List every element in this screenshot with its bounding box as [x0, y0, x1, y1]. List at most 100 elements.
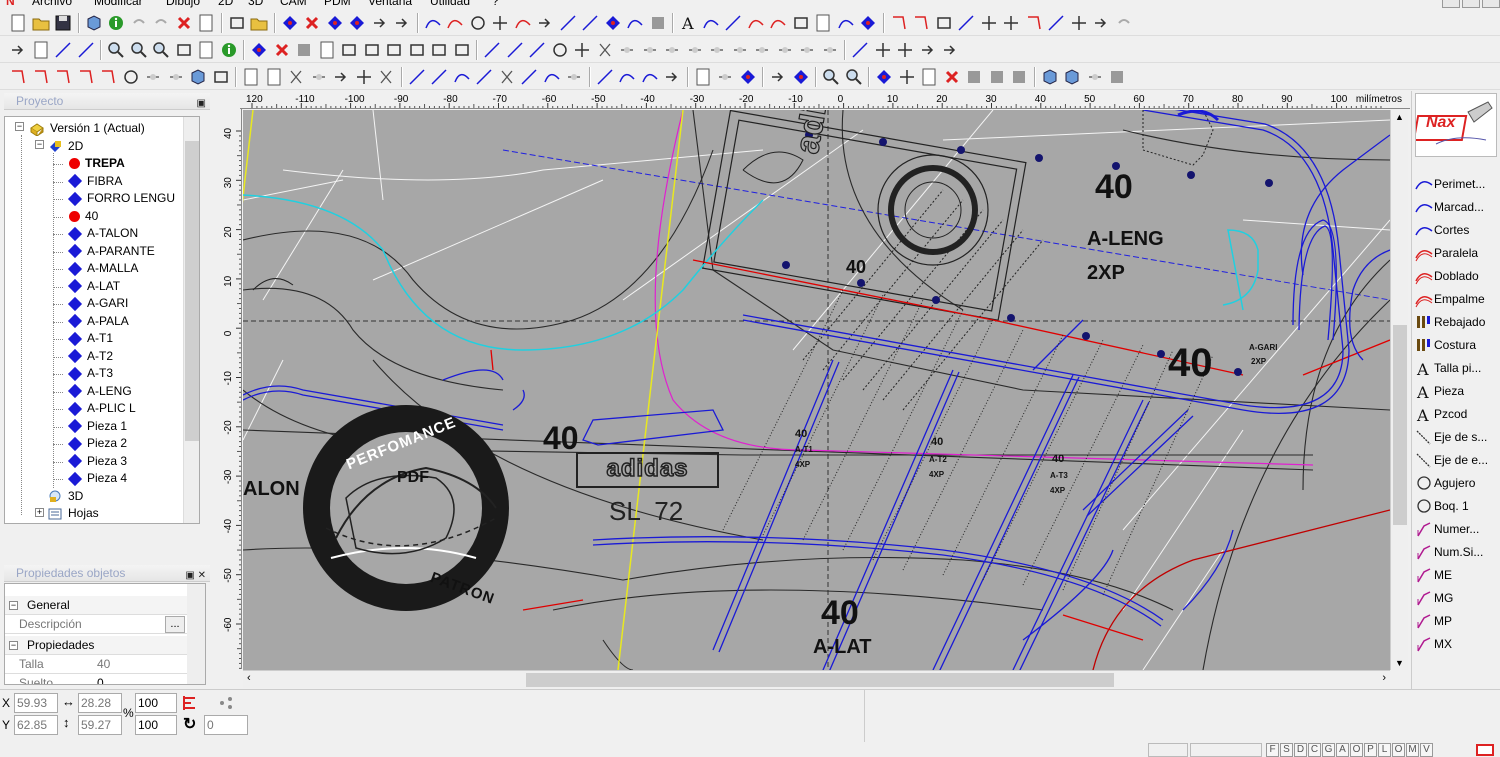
tool-cut-icon[interactable] [595, 40, 615, 60]
tool-light-icon[interactable] [662, 40, 682, 60]
restore-button[interactable] [1462, 0, 1480, 8]
tool-cross-icon[interactable] [572, 40, 592, 60]
tree-item[interactable]: Versión 1 (Actual) [29, 120, 145, 137]
prop-group-general[interactable]: − General [5, 596, 187, 615]
tool-cut-icon[interactable] [286, 67, 306, 87]
tool-skive-button[interactable]: Rebajado [1412, 310, 1500, 332]
tool-light-icon[interactable] [143, 67, 163, 87]
scale-x-field[interactable]: 100 [135, 693, 177, 713]
tool-zoom-icon[interactable] [129, 40, 149, 60]
tool-diamond-icon[interactable] [325, 13, 345, 33]
tool-light-icon[interactable] [730, 40, 750, 60]
tool-piece-text-button[interactable]: A Pieza [1412, 379, 1500, 401]
tool-light-icon[interactable] [707, 40, 727, 60]
tool-cross-icon[interactable] [1001, 13, 1021, 33]
tool-cuts-button[interactable]: Cortes [1412, 218, 1500, 240]
tool-red_corner-icon[interactable] [31, 67, 51, 87]
tree-item[interactable]: A-GARI [67, 295, 128, 312]
tool-diamond-icon[interactable] [874, 67, 894, 87]
tool-doc-icon[interactable] [31, 40, 51, 60]
tree-item[interactable]: Pieza 4 [67, 470, 127, 487]
angle-field[interactable]: 0 [204, 715, 248, 735]
panel-close-icon[interactable]: ▣ ✕ [185, 567, 206, 584]
tool-doc-icon[interactable] [919, 67, 939, 87]
canvas-horizontal-scrollbar[interactable]: ‹ › [243, 670, 1390, 688]
tool-light-icon[interactable] [166, 67, 186, 87]
scroll-thumb[interactable] [1393, 325, 1407, 525]
tool-info-icon[interactable] [219, 40, 239, 60]
tool-light-icon[interactable] [797, 40, 817, 60]
tool-arrow-icon[interactable] [918, 40, 938, 60]
tool-punch-button[interactable]: Boq. 1 [1412, 494, 1500, 516]
tool-folder-icon[interactable] [249, 13, 269, 33]
tool-line-icon[interactable] [429, 67, 449, 87]
tool-light-icon[interactable] [715, 67, 735, 87]
tool-seam-button[interactable]: Costura [1412, 333, 1500, 355]
tool-curve-icon[interactable] [452, 67, 472, 87]
tool-circle-icon[interactable] [468, 13, 488, 33]
tree-item[interactable]: Hojas [47, 505, 99, 522]
tool-doc-icon[interactable] [241, 67, 261, 87]
tool-me-button[interactable]: ME [1412, 563, 1500, 585]
tool-hole-button[interactable]: Agujero [1412, 471, 1500, 493]
tool-light-icon[interactable] [775, 40, 795, 60]
tool-red_corner-icon[interactable] [53, 67, 73, 87]
tool-line-icon[interactable] [580, 13, 600, 33]
tool-line-icon[interactable] [595, 67, 615, 87]
prop-row-talla[interactable]: Talla 40 [5, 655, 187, 674]
collapse-icon[interactable]: − [9, 641, 18, 650]
tool-curve-icon[interactable] [423, 13, 443, 33]
tool-curve_r-icon[interactable] [768, 13, 788, 33]
tool-marker-button[interactable]: Marcad... [1412, 195, 1500, 217]
tool-mg-button[interactable]: MG [1412, 586, 1500, 608]
tool-rect-icon[interactable] [452, 40, 472, 60]
tool-grey-icon[interactable] [987, 67, 1007, 87]
tree-item[interactable]: Pieza 1 [67, 418, 127, 435]
tool-rect-icon[interactable] [429, 40, 449, 60]
close-button[interactable] [1482, 0, 1500, 8]
tool-doc-icon[interactable] [317, 40, 337, 60]
snap-toggle-f[interactable]: F [1266, 743, 1279, 757]
tool-line-icon[interactable] [505, 40, 525, 60]
tool-light-icon[interactable] [752, 40, 772, 60]
tool-line-icon[interactable] [723, 13, 743, 33]
menu-utilidad[interactable]: Utilidad [430, 0, 470, 8]
menu-cam[interactable]: CAM [280, 0, 307, 8]
tool-curve_r-icon[interactable] [445, 13, 465, 33]
snap-toggle-o[interactable]: O [1350, 743, 1363, 757]
tool-folder-icon[interactable] [31, 13, 51, 33]
tool-zoom-icon[interactable] [106, 40, 126, 60]
tool-line-icon[interactable] [474, 67, 494, 87]
app-icon[interactable]: N [6, 0, 15, 8]
menu-dibujo[interactable]: Dibujo [166, 0, 200, 8]
tool-curve-icon[interactable] [640, 67, 660, 87]
tree-item[interactable]: 2D [47, 138, 83, 155]
tree-expander-icon[interactable]: + [35, 508, 44, 517]
menu-ventana[interactable]: Ventana [368, 0, 412, 8]
tool-cross-icon[interactable] [490, 13, 510, 33]
menu-archivo[interactable]: Archivo [32, 0, 72, 8]
tool-rect-icon[interactable] [227, 13, 247, 33]
collapse-icon[interactable]: − [9, 601, 18, 610]
tree-item[interactable]: A-T1 [67, 330, 113, 347]
snap-toggle-g[interactable]: G [1322, 743, 1335, 757]
tool-line-icon[interactable] [407, 67, 427, 87]
tool-diamond-icon[interactable] [603, 13, 623, 33]
tool-doc-icon[interactable] [8, 13, 28, 33]
rotate-icon[interactable]: ↻ [183, 714, 196, 734]
align-icon[interactable] [181, 693, 201, 713]
tool-curve-icon[interactable] [617, 67, 637, 87]
tool-fold-button[interactable]: Doblado [1412, 264, 1500, 286]
tool-circle-icon[interactable] [550, 40, 570, 60]
tool-line-icon[interactable] [482, 40, 502, 60]
properties-scrollbar[interactable] [187, 584, 205, 684]
tool-light-icon[interactable] [564, 67, 584, 87]
tool-arrow-icon[interactable] [940, 40, 960, 60]
tool-zoom-icon[interactable] [844, 67, 864, 87]
tree-item[interactable]: A-T2 [67, 348, 113, 365]
menu-help[interactable]: ? [492, 0, 499, 8]
tool-text-icon[interactable]: A [678, 13, 698, 33]
ellipsis-button[interactable]: ... [165, 616, 185, 633]
scroll-up-icon[interactable]: ▲ [1395, 112, 1404, 122]
tree-item[interactable]: 40 [69, 208, 98, 225]
